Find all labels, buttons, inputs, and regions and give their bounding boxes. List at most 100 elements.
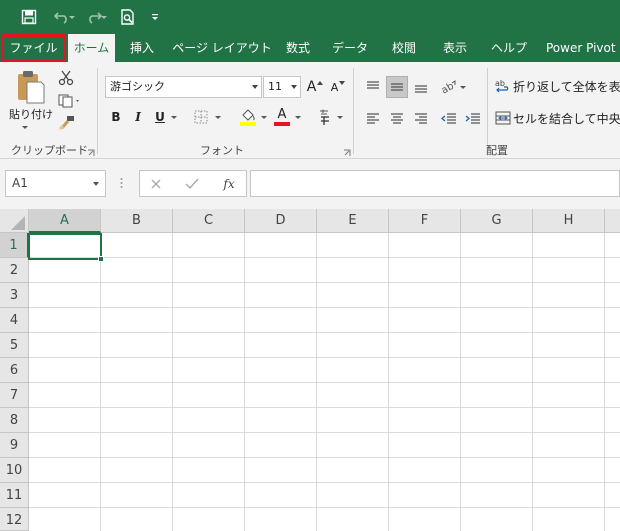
gridline [29, 457, 620, 458]
clipboard-dialog-launcher-icon[interactable] [87, 146, 95, 156]
align-top-icon[interactable] [362, 76, 384, 98]
cancel-icon[interactable] [148, 176, 164, 192]
row-header-10[interactable]: 10 [0, 458, 29, 483]
enter-check-icon[interactable] [184, 176, 200, 192]
align-center-icon[interactable] [386, 108, 408, 130]
fill-handle[interactable] [98, 256, 104, 262]
font-color-button[interactable]: A [272, 106, 292, 128]
row-header-9[interactable]: 9 [0, 433, 29, 458]
font-color-dropdown-icon[interactable] [294, 111, 302, 123]
row-header-8[interactable]: 8 [0, 408, 29, 433]
column-header-d[interactable]: D [245, 209, 317, 233]
insert-function-button[interactable]: fx [218, 174, 240, 194]
save-icon[interactable] [17, 6, 41, 28]
row-header-3[interactable]: 3 [0, 283, 29, 308]
tab-data[interactable]: データ [326, 34, 374, 62]
align-left-icon[interactable] [362, 108, 384, 130]
worksheet-grid: A B C D E F G H 1 2 3 4 5 6 7 8 9 10 11 … [0, 209, 620, 531]
row-header-4[interactable]: 4 [0, 308, 29, 333]
row-header-7[interactable]: 7 [0, 383, 29, 408]
orientation-dropdown-icon[interactable] [459, 83, 467, 91]
row-header-12[interactable]: 12 [0, 508, 29, 531]
tab-insert[interactable]: 挿入 [121, 34, 163, 62]
fill-color-icon[interactable] [238, 106, 258, 128]
column-header-c[interactable]: C [173, 209, 245, 233]
paste-dropdown-icon[interactable] [20, 124, 30, 130]
gridline [29, 307, 620, 308]
font-size-combo[interactable]: 11 [263, 76, 301, 98]
cell-area[interactable] [29, 233, 620, 531]
row-header-6[interactable]: 6 [0, 358, 29, 383]
ribbon-home: 貼り付け クリップボード 游ゴシック 11 A A B I U A フォント a… [0, 62, 620, 159]
column-header-a[interactable]: A [29, 209, 101, 233]
font-dialog-launcher-icon[interactable] [343, 146, 351, 156]
column-header-g[interactable]: G [461, 209, 533, 233]
print-preview-icon[interactable] [116, 6, 140, 28]
orientation-icon[interactable]: ab [438, 76, 460, 98]
column-header-f[interactable]: F [389, 209, 461, 233]
grow-font-button[interactable]: A [305, 77, 325, 97]
redo-dropdown-icon[interactable] [99, 6, 109, 28]
customize-qat-icon[interactable] [145, 6, 165, 28]
undo-dropdown-icon[interactable] [67, 6, 77, 28]
chevron-down-icon [93, 182, 99, 186]
formula-bar-grip-icon[interactable] [120, 177, 123, 189]
cut-icon[interactable] [57, 69, 75, 87]
align-right-icon[interactable] [410, 108, 432, 130]
phonetic-guide-icon[interactable] [316, 108, 334, 128]
gridline [29, 357, 620, 358]
tab-home[interactable]: ホーム [68, 34, 115, 62]
tab-review[interactable]: 校閲 [384, 34, 424, 62]
wrap-text-button[interactable]: 折り返して全体を表示 [513, 78, 620, 95]
row-header-5[interactable]: 5 [0, 333, 29, 358]
copy-icon[interactable] [57, 92, 83, 110]
increase-indent-icon[interactable] [462, 108, 484, 130]
paste-icon[interactable] [10, 68, 50, 106]
select-all-button[interactable] [0, 209, 29, 233]
excel-window: ファイル ホーム 挿入 ページ レイアウト 数式 データ 校閲 表示 ヘルプ P… [0, 0, 620, 531]
gridline [29, 507, 620, 508]
underline-dropdown-icon[interactable] [170, 111, 178, 123]
tab-page-layout[interactable]: ページ レイアウト [172, 34, 272, 62]
underline-button[interactable]: U [152, 107, 168, 127]
row-header-11[interactable]: 11 [0, 483, 29, 508]
borders-dropdown-icon[interactable] [214, 111, 222, 123]
tab-power-pivot[interactable]: Power Pivot [546, 34, 620, 62]
align-middle-icon[interactable] [386, 76, 408, 98]
column-header-partial[interactable] [605, 209, 620, 233]
tab-help[interactable]: ヘルプ [486, 34, 532, 62]
tab-view[interactable]: 表示 [434, 34, 476, 62]
shrink-font-icon: A [330, 80, 339, 94]
tab-file[interactable]: ファイル [1, 34, 66, 62]
quick-access-toolbar [0, 0, 620, 34]
ribbon-tabs: ファイル ホーム 挿入 ページ レイアウト 数式 データ 校閲 表示 ヘルプ P… [0, 34, 620, 62]
format-painter-icon[interactable] [57, 114, 77, 132]
italic-button[interactable]: I [130, 107, 146, 127]
paste-label[interactable]: 貼り付け [9, 106, 53, 122]
tab-formulas[interactable]: 数式 [278, 34, 318, 62]
fill-color-dropdown-icon[interactable] [260, 111, 268, 123]
merge-center-button[interactable]: セルを結合して中央揃 [513, 110, 620, 127]
bold-button[interactable]: B [108, 107, 124, 127]
column-header-h[interactable]: H [533, 209, 605, 233]
gridline [29, 382, 620, 383]
phonetic-dropdown-icon[interactable] [336, 111, 344, 123]
formula-input[interactable] [250, 170, 620, 197]
name-box[interactable]: A1 [5, 170, 106, 197]
font-name-combo[interactable]: 游ゴシック [105, 76, 262, 98]
active-cell-a1[interactable] [28, 233, 102, 260]
wrap-text-icon[interactable]: ab [494, 76, 512, 96]
column-header-b[interactable]: B [101, 209, 173, 233]
row-header-1[interactable]: 1 [0, 233, 29, 258]
shrink-font-button[interactable]: A [328, 77, 348, 97]
row-header-2[interactable]: 2 [0, 258, 29, 283]
align-bottom-icon[interactable] [410, 76, 432, 98]
alignment-group-label: 配置 [486, 144, 508, 157]
column-header-e[interactable]: E [317, 209, 389, 233]
decrease-indent-icon[interactable] [438, 108, 460, 130]
merge-center-icon[interactable] [494, 108, 512, 128]
borders-icon[interactable] [192, 108, 210, 126]
name-box-value: A1 [12, 176, 28, 190]
formula-bar: A1 fx [0, 159, 620, 209]
font-size-value: 11 [268, 80, 282, 93]
